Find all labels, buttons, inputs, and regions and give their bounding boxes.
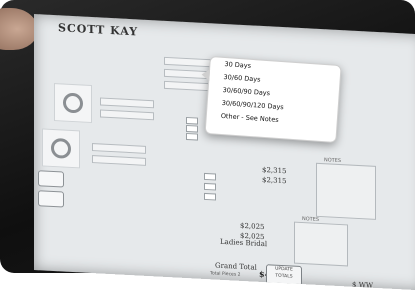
qty-cell[interactable] bbox=[186, 124, 198, 133]
signature-prefix: $ bbox=[352, 280, 357, 289]
style-field-2[interactable] bbox=[92, 143, 146, 154]
total-pieces: Total Pieces 2 bbox=[210, 271, 241, 278]
ring-image-1 bbox=[54, 83, 92, 124]
ring-icon bbox=[51, 137, 71, 159]
brand-logo: SCOTT KAY bbox=[58, 21, 139, 39]
grand-total-label: Grand Total bbox=[215, 261, 257, 272]
nav-button[interactable] bbox=[38, 190, 64, 208]
category-label: Ladies Bridal bbox=[220, 237, 268, 249]
qty-cell[interactable] bbox=[204, 182, 216, 191]
signature-initials: $ WW $ AA bbox=[352, 281, 373, 290]
qty-cell[interactable] bbox=[204, 172, 216, 181]
notes-box[interactable] bbox=[294, 221, 348, 267]
order-form-screen: SCOTT KAY $2,315 $2,315 $2,025 $2,025 NO… bbox=[34, 14, 415, 290]
notes-box[interactable] bbox=[316, 162, 376, 220]
metal-field-2[interactable] bbox=[92, 155, 146, 166]
style-field-1[interactable] bbox=[100, 97, 154, 109]
qty-cell[interactable] bbox=[204, 192, 216, 201]
line-price: $2,315 bbox=[262, 175, 287, 186]
line-price: $2,315 bbox=[262, 165, 287, 176]
nav-button[interactable] bbox=[38, 170, 64, 188]
line-price: $2,025 bbox=[240, 221, 265, 232]
qty-cell[interactable] bbox=[186, 116, 198, 125]
qty-cell[interactable] bbox=[186, 132, 198, 141]
ring-image-2 bbox=[42, 128, 80, 169]
update-totals-button[interactable]: UPDATE TOTALS bbox=[266, 264, 302, 287]
metal-field-1[interactable] bbox=[100, 109, 154, 121]
signature-initial: WW bbox=[358, 281, 374, 290]
ring-icon bbox=[63, 92, 83, 114]
terms-popup-menu: 30 Days 30/60 Days 30/60/90 Days 30/60/9… bbox=[204, 56, 342, 144]
